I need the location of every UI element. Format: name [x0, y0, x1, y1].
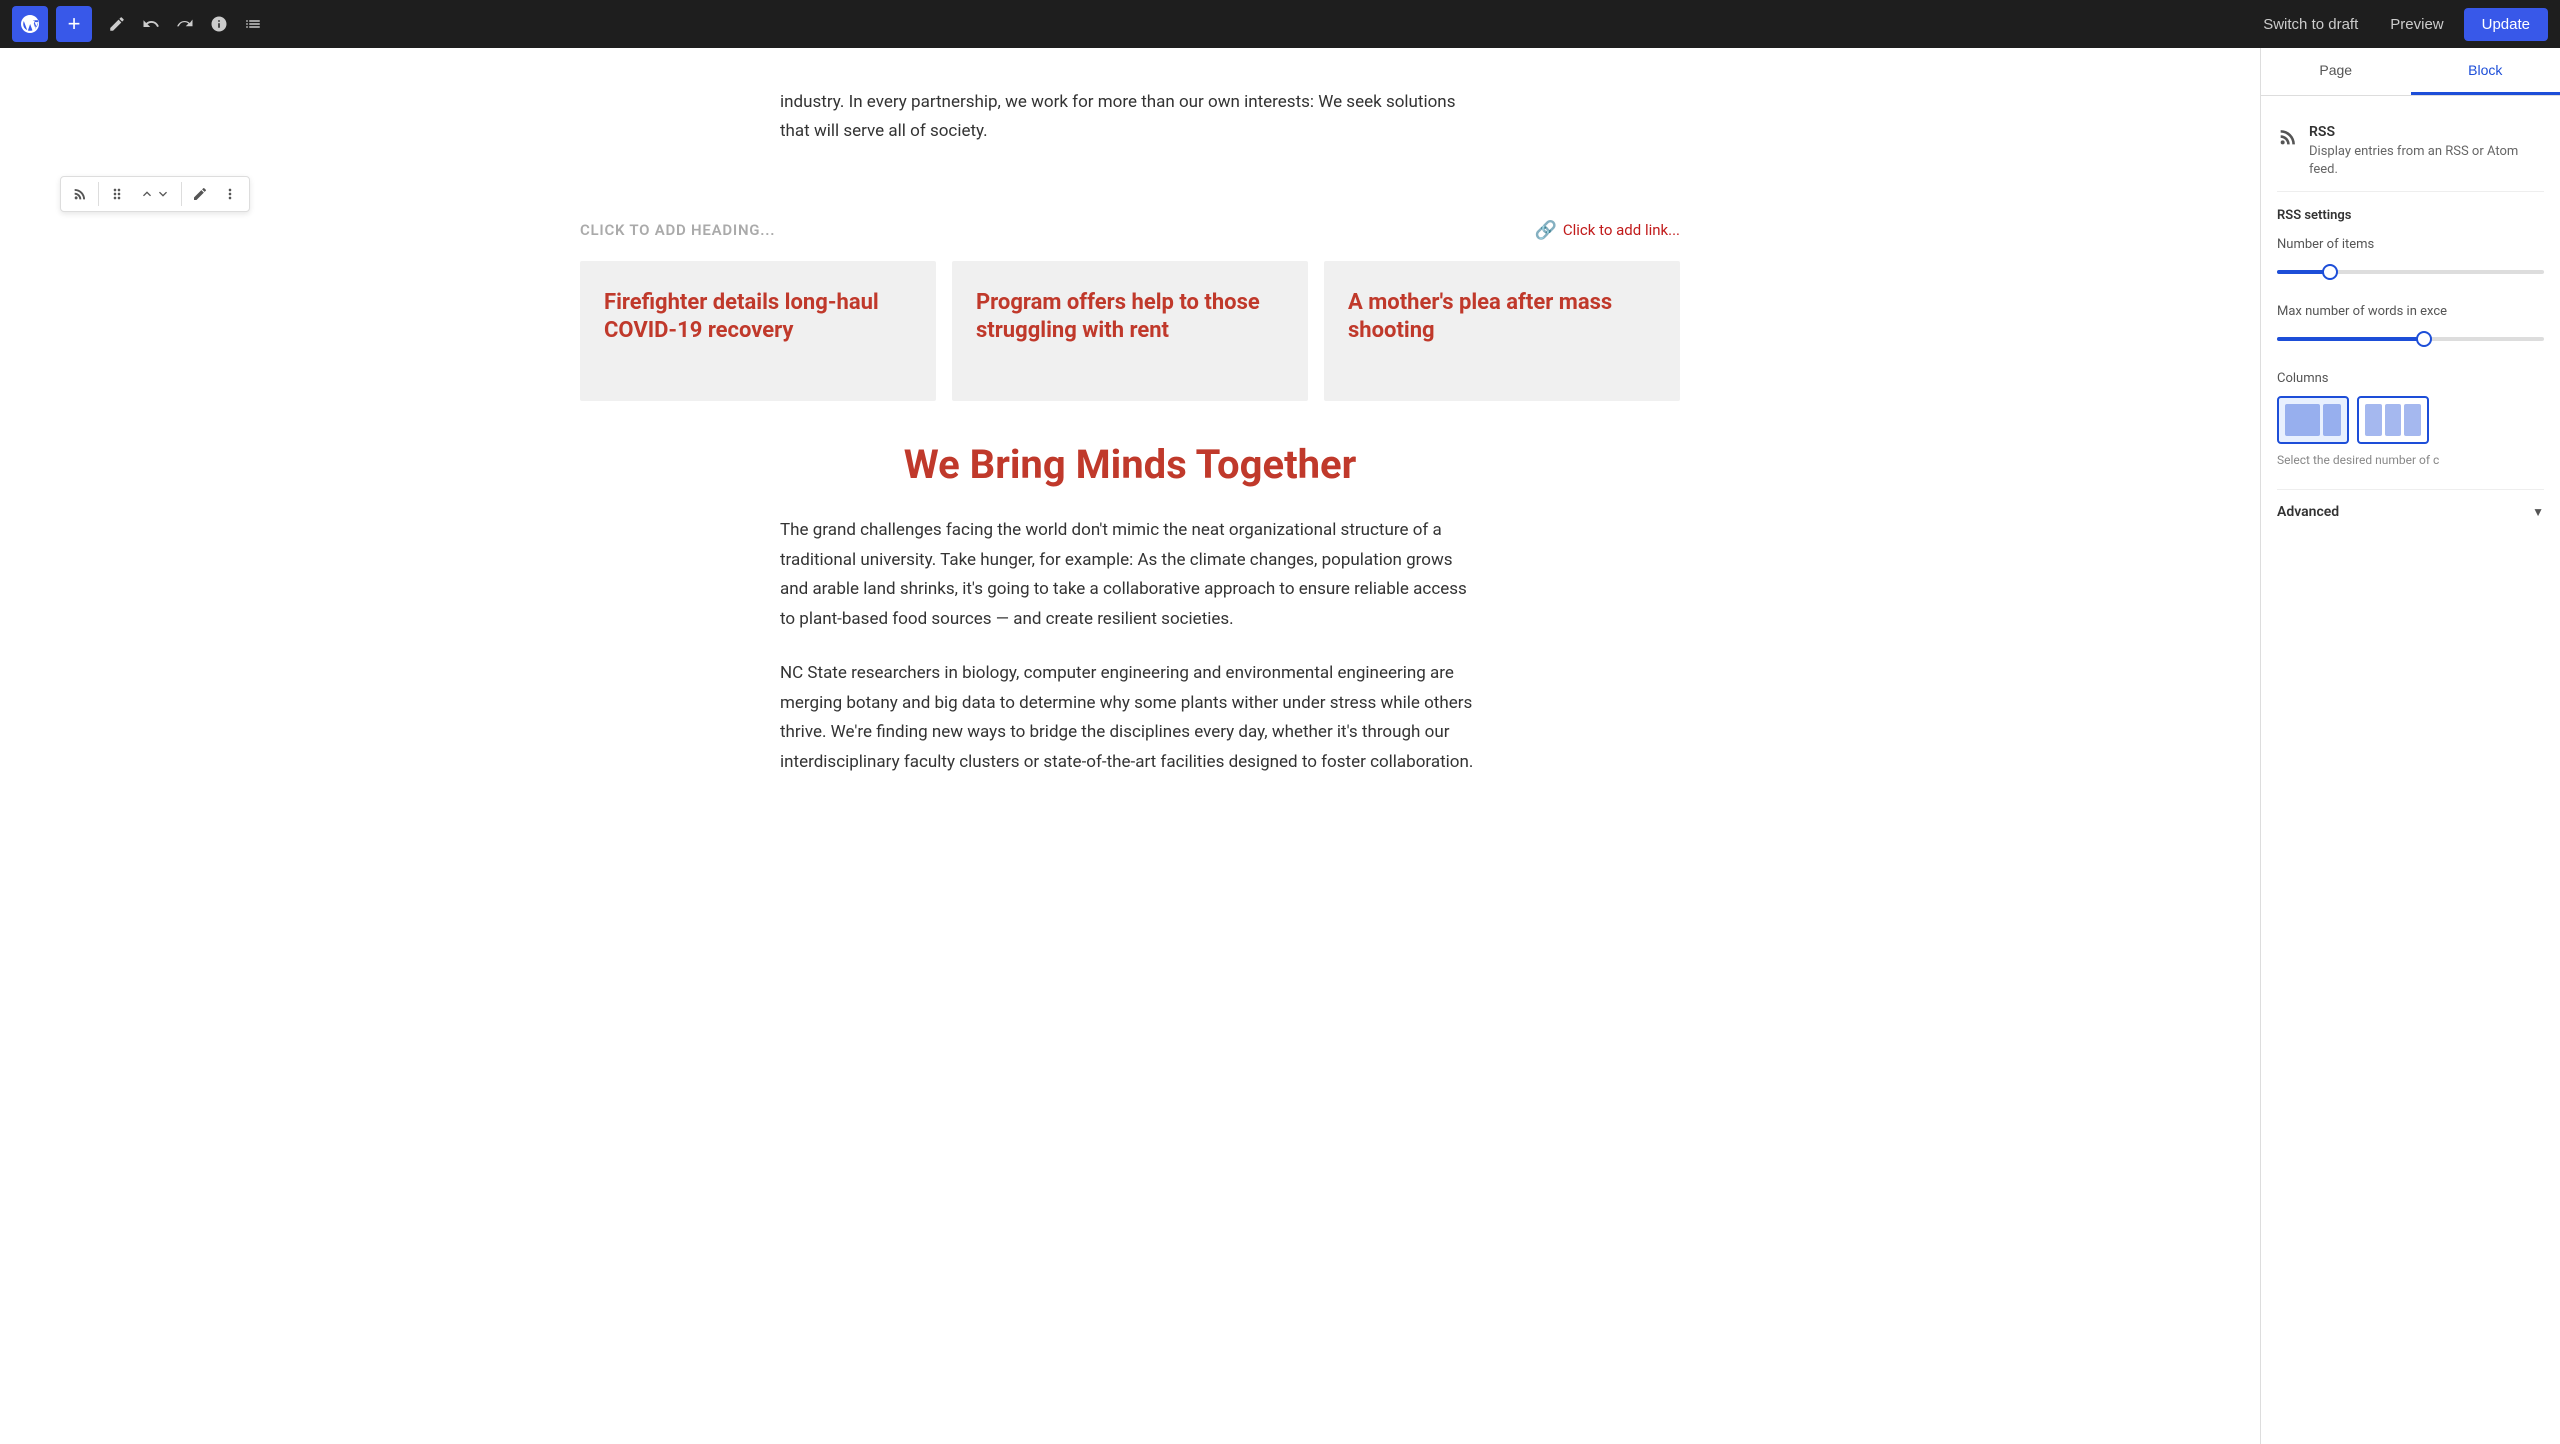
preview-button[interactable]: Preview	[2378, 10, 2455, 39]
columns-label: Columns	[2277, 371, 2544, 386]
link-icon: 🔗	[1534, 220, 1556, 241]
rss-card-2[interactable]: A mother's plea after mass shooting	[1324, 261, 1680, 401]
chevron-down-icon: ▼	[2532, 505, 2544, 519]
section-heading: We Bring Minds Together	[780, 441, 1480, 488]
redo-button[interactable]	[168, 9, 202, 39]
max-words-slider-wrapper[interactable]	[2277, 327, 2544, 351]
right-sidebar: Page Block RSS Display entries from an R…	[2260, 48, 2560, 1444]
sidebar-tabs: Page Block	[2261, 48, 2560, 96]
drag-handle-button[interactable]	[102, 181, 132, 207]
slider-track-1	[2277, 270, 2544, 274]
toolbar-divider-2	[181, 182, 182, 206]
max-words-label: Max number of words in exce	[2277, 304, 2544, 319]
body-paragraph-2: NC State researchers in biology, compute…	[780, 659, 1480, 778]
toolbar-divider	[98, 182, 99, 206]
rss-icon	[2277, 126, 2299, 154]
number-of-items-section: Number of items	[2277, 237, 2544, 284]
rss-card-1[interactable]: Program offers help to those struggling …	[952, 261, 1308, 401]
col-bar-3a	[2365, 404, 2382, 436]
number-of-items-slider-wrapper[interactable]	[2277, 260, 2544, 284]
block-toolbar	[60, 176, 250, 212]
slider-thumb-1[interactable]	[2322, 264, 2338, 280]
update-button[interactable]: Update	[2464, 8, 2548, 41]
info-button[interactable]	[202, 9, 236, 39]
body-paragraph-1: The grand challenges facing the world do…	[780, 516, 1480, 635]
col-bar-2	[2323, 404, 2341, 436]
col-inner-3	[2363, 402, 2423, 438]
rss-card-title-2: A mother's plea after mass shooting	[1348, 289, 1656, 346]
edit-block-button[interactable]	[185, 181, 215, 207]
rss-card-title-0: Firefighter details long-haul COVID-19 r…	[604, 289, 912, 346]
move-up-down-button[interactable]	[132, 181, 178, 207]
list-view-button[interactable]	[236, 9, 270, 39]
top-toolbar: + Switch to draft Preview Update	[0, 0, 2560, 48]
advanced-header[interactable]: Advanced ▼	[2277, 504, 2544, 520]
rss-block-info: RSS Display entries from an RSS or Atom …	[2277, 112, 2544, 192]
rss-block-text: RSS Display entries from an RSS or Atom …	[2309, 124, 2544, 179]
edit-tool-button[interactable]	[100, 9, 134, 39]
col-bar	[2285, 404, 2320, 436]
add-link-area[interactable]: 🔗 Click to add link...	[1534, 220, 1680, 241]
wp-logo[interactable]	[12, 6, 48, 42]
tab-block[interactable]: Block	[2411, 48, 2560, 95]
sidebar-content-area: RSS Display entries from an RSS or Atom …	[2261, 96, 2560, 536]
intro-paragraph: industry. In every partnership, we work …	[780, 88, 1480, 146]
rss-cards-container: Firefighter details long-haul COVID-19 r…	[580, 261, 1680, 401]
rss-block-title: RSS	[2309, 124, 2544, 140]
col-bar-3b	[2385, 404, 2402, 436]
columns-options	[2277, 396, 2544, 444]
col-inner-2	[2283, 402, 2343, 438]
max-words-section: Max number of words in exce	[2277, 304, 2544, 351]
slider-thumb-2[interactable]	[2416, 331, 2432, 347]
add-link-label[interactable]: Click to add link...	[1563, 221, 1680, 239]
columns-section: Columns	[2277, 371, 2544, 469]
number-of-items-label: Number of items	[2277, 237, 2544, 252]
more-options-button[interactable]	[215, 181, 245, 207]
main-layout: industry. In every partnership, we work …	[0, 48, 2560, 1444]
rss-card-0[interactable]: Firefighter details long-haul COVID-19 r…	[580, 261, 936, 401]
undo-button[interactable]	[134, 9, 168, 39]
rss-block-desc: Display entries from an RSS or Atom feed…	[2309, 143, 2544, 179]
toolbar-right: Switch to draft Preview Update	[2251, 8, 2548, 41]
advanced-section: Advanced ▼	[2277, 489, 2544, 520]
advanced-title: Advanced	[2277, 504, 2339, 520]
heading-placeholder-text[interactable]: CLICK TO ADD HEADING...	[580, 221, 775, 239]
add-block-button[interactable]: +	[56, 6, 92, 42]
rss-feed-icon-btn[interactable]	[65, 181, 95, 207]
col-bar-3c	[2404, 404, 2421, 436]
columns-desc: Select the desired number of c	[2277, 452, 2544, 469]
rss-settings-title: RSS settings	[2277, 208, 2544, 223]
tab-page[interactable]: Page	[2261, 48, 2411, 95]
column-option-3[interactable]	[2357, 396, 2429, 444]
slider-track-2	[2277, 337, 2544, 341]
switch-to-draft-button[interactable]: Switch to draft	[2251, 10, 2370, 39]
content-area: industry. In every partnership, we work …	[0, 48, 2260, 1444]
slider-fill-2	[2277, 337, 2424, 341]
heading-placeholder-row: CLICK TO ADD HEADING... 🔗 Click to add l…	[580, 220, 1680, 241]
column-option-2[interactable]	[2277, 396, 2349, 444]
rss-card-title-1: Program offers help to those struggling …	[976, 289, 1284, 346]
